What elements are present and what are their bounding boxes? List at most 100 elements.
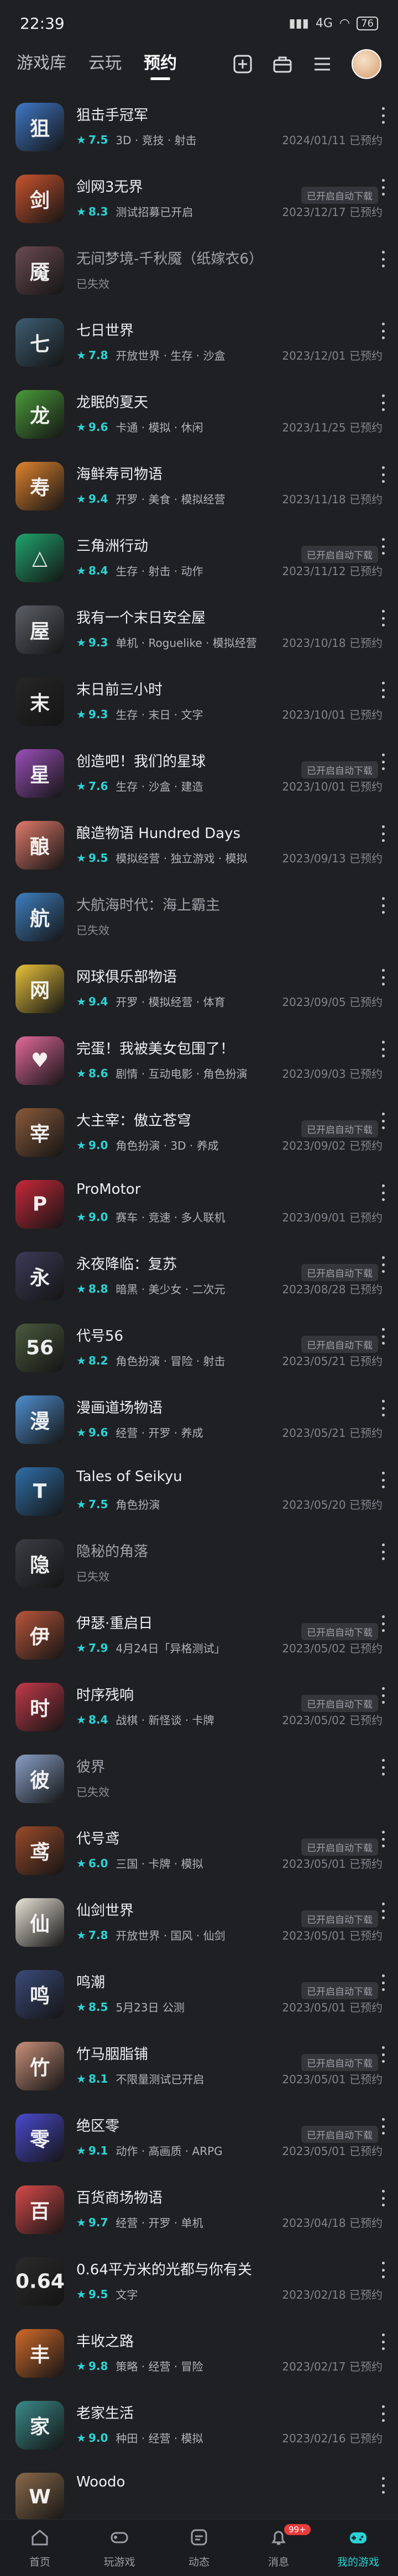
tab-reserve[interactable]: 预约	[144, 49, 177, 79]
game-icon-glyph: 网	[29, 979, 50, 1002]
more-icon[interactable]	[380, 466, 386, 483]
reserve-date: 2023/05/01 已预约	[282, 1929, 383, 1942]
game-score: 9.5	[88, 2287, 108, 2301]
list-item[interactable]: 仙仙剑世界 ★ 7.8 开放世界 · 国风 · 仙剑 2023/05/01 已预约 已开启…	[0, 1894, 398, 1966]
more-icon[interactable]	[380, 1903, 386, 1919]
list-item[interactable]: 零绝区零 ★ 9.1 动作 · 高画质 · ARPG 2023/05/01 已预约 已开启…	[0, 2109, 398, 2181]
bottom-nav-home[interactable]: 首页	[0, 2520, 80, 2576]
more-icon[interactable]	[380, 969, 386, 986]
more-icon[interactable]	[380, 1184, 386, 1201]
more-icon[interactable]	[380, 2118, 386, 2135]
more-icon[interactable]	[380, 1687, 386, 1704]
more-icon[interactable]	[380, 1472, 386, 1488]
more-icon[interactable]	[380, 754, 386, 770]
more-icon[interactable]	[380, 107, 386, 124]
reserve-date: 2023/09/03 已预约	[282, 1067, 383, 1081]
list-item[interactable]: 剑剑网3无界 ★ 8.3 测试招募已开启 2023/12/17 已预约 已开启自动下载	[0, 170, 398, 242]
list-item[interactable]: 竹竹马胭脂铺 ★ 8.1 不限量测试已开启 2023/05/01 已预约 已开启自动下载	[0, 2037, 398, 2109]
list-item[interactable]: 宰大主宰：傲立苍穹 ★ 9.0 角色扮演 · 3D · 养成 2023/09/02 已预…	[0, 1104, 398, 1176]
more-icon[interactable]	[380, 1759, 386, 1776]
list-item[interactable]: 隐 隐秘的角落 已失效	[0, 1535, 398, 1606]
list-item[interactable]: 0.64 0.64平方米的光都与你有关 ★ 9.5 文字 2023/02/18 已预约	[0, 2253, 398, 2325]
avatar[interactable]	[352, 49, 381, 79]
list-item[interactable]: T Tales of Seikyu ★ 7.5 角色扮演 2023/05/20 已预约	[0, 1463, 398, 1535]
game-title: 狙击手冠军	[76, 107, 149, 124]
game-icon-glyph: 星	[29, 764, 50, 787]
more-icon[interactable]	[380, 1328, 386, 1345]
more-icon[interactable]	[380, 1544, 386, 1560]
tab-game-library[interactable]: 游戏库	[17, 49, 66, 79]
list-item[interactable]: 漫 漫画道场物语 ★ 9.6 经营 · 开罗 · 养成 2023/05/21 已预约	[0, 1391, 398, 1463]
more-icon[interactable]	[380, 1400, 386, 1416]
bottom-nav-feed[interactable]: 动态	[159, 2520, 239, 2576]
game-title: 七日世界	[76, 323, 134, 339]
more-icon[interactable]	[380, 2046, 386, 2063]
toolbox-icon[interactable]	[272, 54, 293, 75]
more-icon[interactable]	[380, 682, 386, 698]
list-item[interactable]: 彼 彼界 已失效	[0, 1750, 398, 1822]
list-item[interactable]: 家 老家生活 ★ 9.0 种田 · 经营 · 模拟 2023/02/16 已预约	[0, 2396, 398, 2468]
menu-icon[interactable]	[312, 54, 333, 75]
more-icon[interactable]	[380, 1256, 386, 1273]
list-item[interactable]: 七 七日世界 ★ 7.8 开放世界 · 生存 · 沙盒 2023/12/01 已预约	[0, 314, 398, 386]
add-icon[interactable]	[232, 54, 253, 75]
list-item[interactable]: 航 大航海时代：海上霸主 已失效	[0, 888, 398, 960]
more-icon[interactable]	[380, 1974, 386, 1991]
more-icon[interactable]	[380, 394, 386, 411]
list-item[interactable]: 56 代号56 ★ 8.2 角色扮演 · 冒险 · 射击 2023/05/21 已预约 已开…	[0, 1319, 398, 1391]
game-icon: ♥	[15, 1036, 64, 1085]
game-meta: ★ 9.0 种田 · 经营 · 模拟 2023/02/16 已预约	[76, 2430, 383, 2446]
bottom-nav-bar: 首页 玩游戏 动态 消息 99+ 我的游戏	[0, 2519, 398, 2576]
game-info: 酿造物语 Hundred Days ★ 9.5 模拟经营 · 独立游戏 · 模拟 202…	[76, 816, 383, 874]
list-item[interactable]: 酿 酿造物语 Hundred Days ★ 9.5 模拟经营 · 独立游戏 · 模拟 20…	[0, 816, 398, 888]
list-item[interactable]: 丰 丰收之路 ★ 9.8 策略 · 经营 · 冒险 2023/02/17 已预约	[0, 2325, 398, 2396]
list-item[interactable]: 网 网球俱乐部物语 ★ 9.4 开罗 · 模拟经营 · 体育 2023/09/05 已预约	[0, 960, 398, 1032]
more-icon[interactable]	[380, 1113, 386, 1129]
more-icon[interactable]	[380, 1615, 386, 1632]
more-icon[interactable]	[380, 251, 386, 267]
game-title: 0.64平方米的光都与你有关	[76, 2262, 252, 2278]
list-item[interactable]: 狙 狙击手冠军 ★ 7.5 3D · 竞技 · 射击 2024/01/11 已预约	[0, 98, 398, 170]
auto-download-badge: 已开启自动下载	[301, 187, 378, 204]
game-icon: 屋	[15, 605, 64, 654]
more-icon[interactable]	[380, 179, 386, 196]
more-icon[interactable]	[380, 2190, 386, 2206]
list-item[interactable]: ♥ 完蛋！我被美女包围了！ ★ 8.6 剧情 · 互动电影 · 角色扮演 2023/09/…	[0, 1032, 398, 1104]
more-icon[interactable]	[380, 2333, 386, 2350]
game-icon: 伊	[15, 1611, 64, 1660]
list-item[interactable]: 魇 无间梦境-千秋魇（纸嫁衣6） 已失效	[0, 242, 398, 314]
star-icon: ★	[76, 1282, 86, 1295]
list-item[interactable]: P ProMotor ★ 9.0 赛车 · 竞速 · 多人联机 2023/09/01 已预…	[0, 1176, 398, 1247]
list-item[interactable]: 鸣鸣潮 ★ 8.5 5月23日 公测 2023/05/01 已预约 已开启自动下载	[0, 1966, 398, 2037]
more-icon[interactable]	[380, 2262, 386, 2278]
more-icon[interactable]	[380, 538, 386, 555]
game-meta: ★ 8.8 暗黑 · 美少女 · 二次元 2023/08/28 已预约	[76, 1281, 383, 1297]
list-item[interactable]: 伊伊瑟·重启日 ★ 7.9 4月24日「异格测试」 2023/05/02 已预约 已开启自…	[0, 1606, 398, 1678]
list-item[interactable]: 星创造吧！我们的星球 ★ 7.6 生存 · 沙盒 · 建造 2023/10/01 已预约…	[0, 745, 398, 816]
more-icon[interactable]	[380, 897, 386, 914]
game-icon-glyph: 隐	[29, 1554, 50, 1577]
more-icon[interactable]	[380, 825, 386, 842]
tab-cloud-play[interactable]: 云玩	[88, 49, 122, 79]
bottom-nav-bell[interactable]: 消息 99+	[239, 2520, 318, 2576]
more-icon[interactable]	[380, 610, 386, 626]
list-item[interactable]: 寿 海鲜寿司物语 ★ 9.4 开罗 · 美食 · 模拟经营 2023/11/18 已预约	[0, 457, 398, 529]
more-icon[interactable]	[380, 323, 386, 339]
list-item[interactable]: 时时序残响 ★ 8.4 战棋 · 新怪谈 · 卡牌 2023/05/02 已预约 已开启自…	[0, 1678, 398, 1750]
list-item[interactable]: 百 百货商场物语 ★ 9.7 经营 · 开罗 · 单机 2023/04/18 已预约	[0, 2181, 398, 2253]
list-item[interactable]: △ 三角洲行动 ★ 8.4 生存 · 射击 · 动作 2023/11/12 已预约 已开启自…	[0, 529, 398, 601]
more-icon[interactable]	[380, 1041, 386, 1057]
list-item[interactable]: 屋 我有一个末日安全屋 ★ 9.3 单机 · Roguelike · 模拟经营 2023/…	[0, 601, 398, 673]
bottom-nav-my-games[interactable]: 我的游戏	[318, 2520, 398, 2576]
list-item[interactable]: 永永夜降临：复苏 ★ 8.8 暗黑 · 美少女 · 二次元 2023/08/28 已预约…	[0, 1247, 398, 1319]
bottom-nav-gamepad[interactable]: 玩游戏	[80, 2520, 159, 2576]
list-item[interactable]: 末 末日前三小时 ★ 9.3 生存 · 末日 · 文字 2023/10/01 已预约	[0, 673, 398, 745]
more-icon[interactable]	[380, 2477, 386, 2494]
game-icon-glyph: 鸢	[29, 1841, 50, 1864]
list-item[interactable]: 鸢代号鸢 ★ 6.0 三国 · 卡牌 · 模拟 2023/05/01 已预约 已开启自动下…	[0, 1822, 398, 1894]
more-icon[interactable]	[380, 2405, 386, 2422]
game-icon-glyph: 航	[29, 908, 50, 930]
list-item[interactable]: 龙 龙眠的夏天 ★ 9.6 卡通 · 模拟 · 休闲 2023/11/25 已预约	[0, 386, 398, 457]
more-icon[interactable]	[380, 1831, 386, 1847]
game-tags: 种田 · 经营 · 模拟	[116, 2432, 203, 2445]
